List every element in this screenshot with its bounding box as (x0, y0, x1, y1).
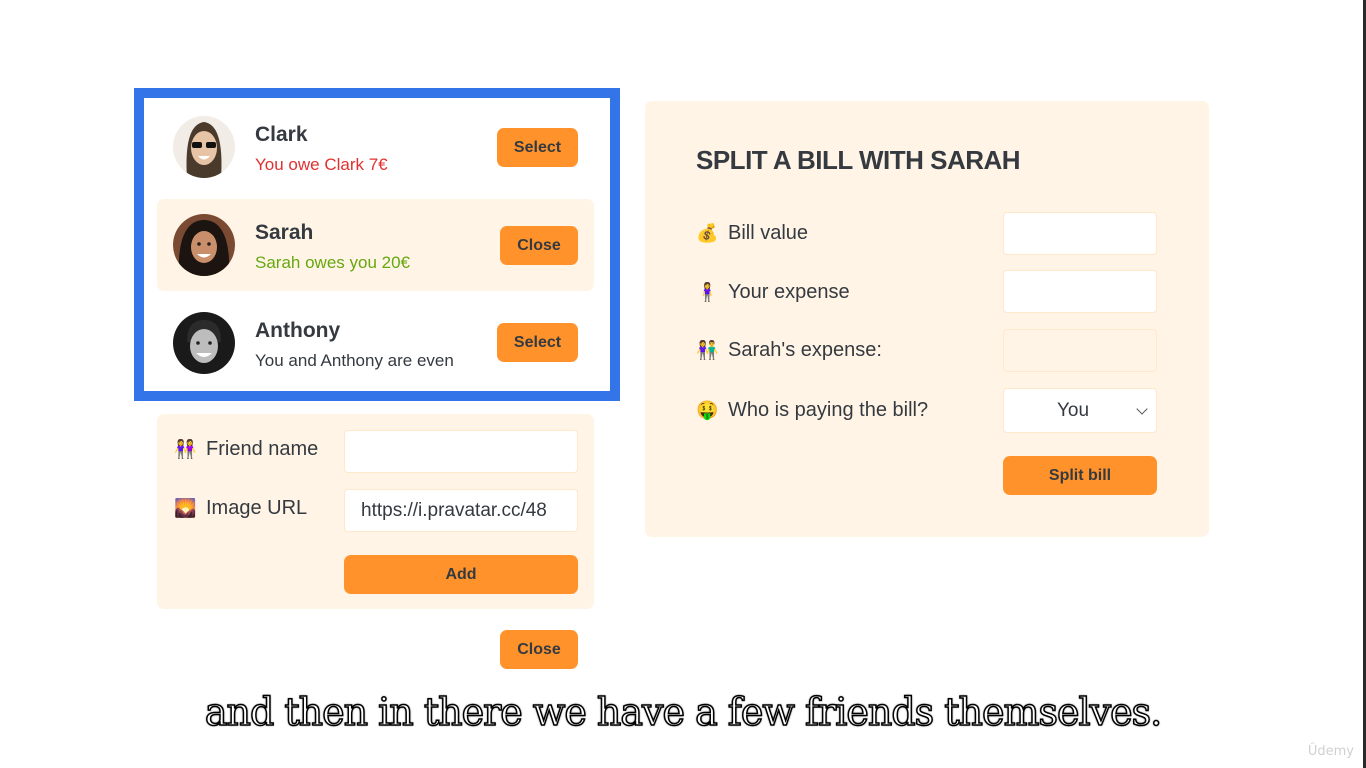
friend-name-label-text: Friend name (206, 438, 319, 460)
friend-name: Clark (255, 123, 308, 146)
money-face-icon: 🤑 (696, 400, 719, 420)
close-add-form-button[interactable]: Close (500, 630, 578, 669)
split-form-title: SPLIT A BILL WITH SARAH (696, 145, 1021, 175)
money-bag-icon: 💰 (696, 223, 719, 243)
friend-balance: You and Anthony are even (255, 351, 454, 370)
your-expense-label-text: Your expense (728, 281, 850, 303)
split-bill-button[interactable]: Split bill (1003, 456, 1157, 495)
couple-icon: 👫 (696, 340, 719, 360)
select-friend-button[interactable]: Select (497, 323, 578, 362)
friends-icon: 👭 (174, 439, 197, 459)
add-friend-form: 👭 Friend name 🌄 Image URL https://i.prav… (157, 414, 594, 609)
friend-name-label: 👭 Friend name (174, 438, 318, 461)
person-standing-icon: 🧍‍♀️ (696, 282, 719, 302)
close-friend-button[interactable]: Close (500, 226, 578, 265)
friend-expense-input (1003, 329, 1157, 372)
payer-label: 🤑 Who is paying the bill? (696, 399, 928, 422)
friend-expense-label: 👫 Sarah's expense: (696, 339, 882, 362)
image-url-label: 🌄 Image URL (174, 497, 307, 520)
payer-select-value: You (1056, 399, 1090, 421)
avatar (173, 214, 235, 276)
friend-item-sarah: Sarah Sarah owes you 20€ Close (157, 199, 594, 291)
image-url-label-text: Image URL (206, 497, 308, 519)
image-url-input[interactable]: https://i.pravatar.cc/48 (344, 489, 578, 532)
friend-name: Anthony (255, 319, 341, 342)
udemy-watermark: Ûdemy (1307, 744, 1354, 759)
friend-balance: You owe Clark 7€ (255, 155, 388, 174)
select-friend-button[interactable]: Select (497, 128, 578, 167)
your-expense-input[interactable] (1003, 270, 1157, 313)
split-bill-form: SPLIT A BILL WITH SARAH 💰 Bill value 🧍‍♀… (645, 101, 1209, 537)
bill-value-label: 💰 Bill value (696, 222, 808, 245)
friend-name-input[interactable] (344, 430, 578, 473)
add-friend-button[interactable]: Add (344, 555, 578, 594)
friend-name: Sarah (255, 221, 314, 244)
payer-select[interactable]: You (1003, 388, 1157, 433)
payer-label-text: Who is paying the bill? (728, 399, 929, 421)
friend-item-clark: Clark You owe Clark 7€ Select (157, 101, 594, 193)
landscape-icon: 🌄 (174, 498, 197, 518)
bill-value-label-text: Bill value (728, 222, 809, 244)
friend-balance: Sarah owes you 20€ (255, 253, 410, 272)
bill-value-input[interactable] (1003, 212, 1157, 255)
video-subtitle: and then in there we have a few friends … (204, 689, 1163, 735)
avatar (173, 116, 235, 178)
friend-expense-label-text: Sarah's expense: (728, 339, 882, 361)
chevron-down-icon (1136, 403, 1148, 415)
friend-item-anthony: Anthony You and Anthony are even Select (157, 297, 594, 389)
avatar (173, 312, 235, 374)
your-expense-label: 🧍‍♀️ Your expense (696, 281, 850, 304)
